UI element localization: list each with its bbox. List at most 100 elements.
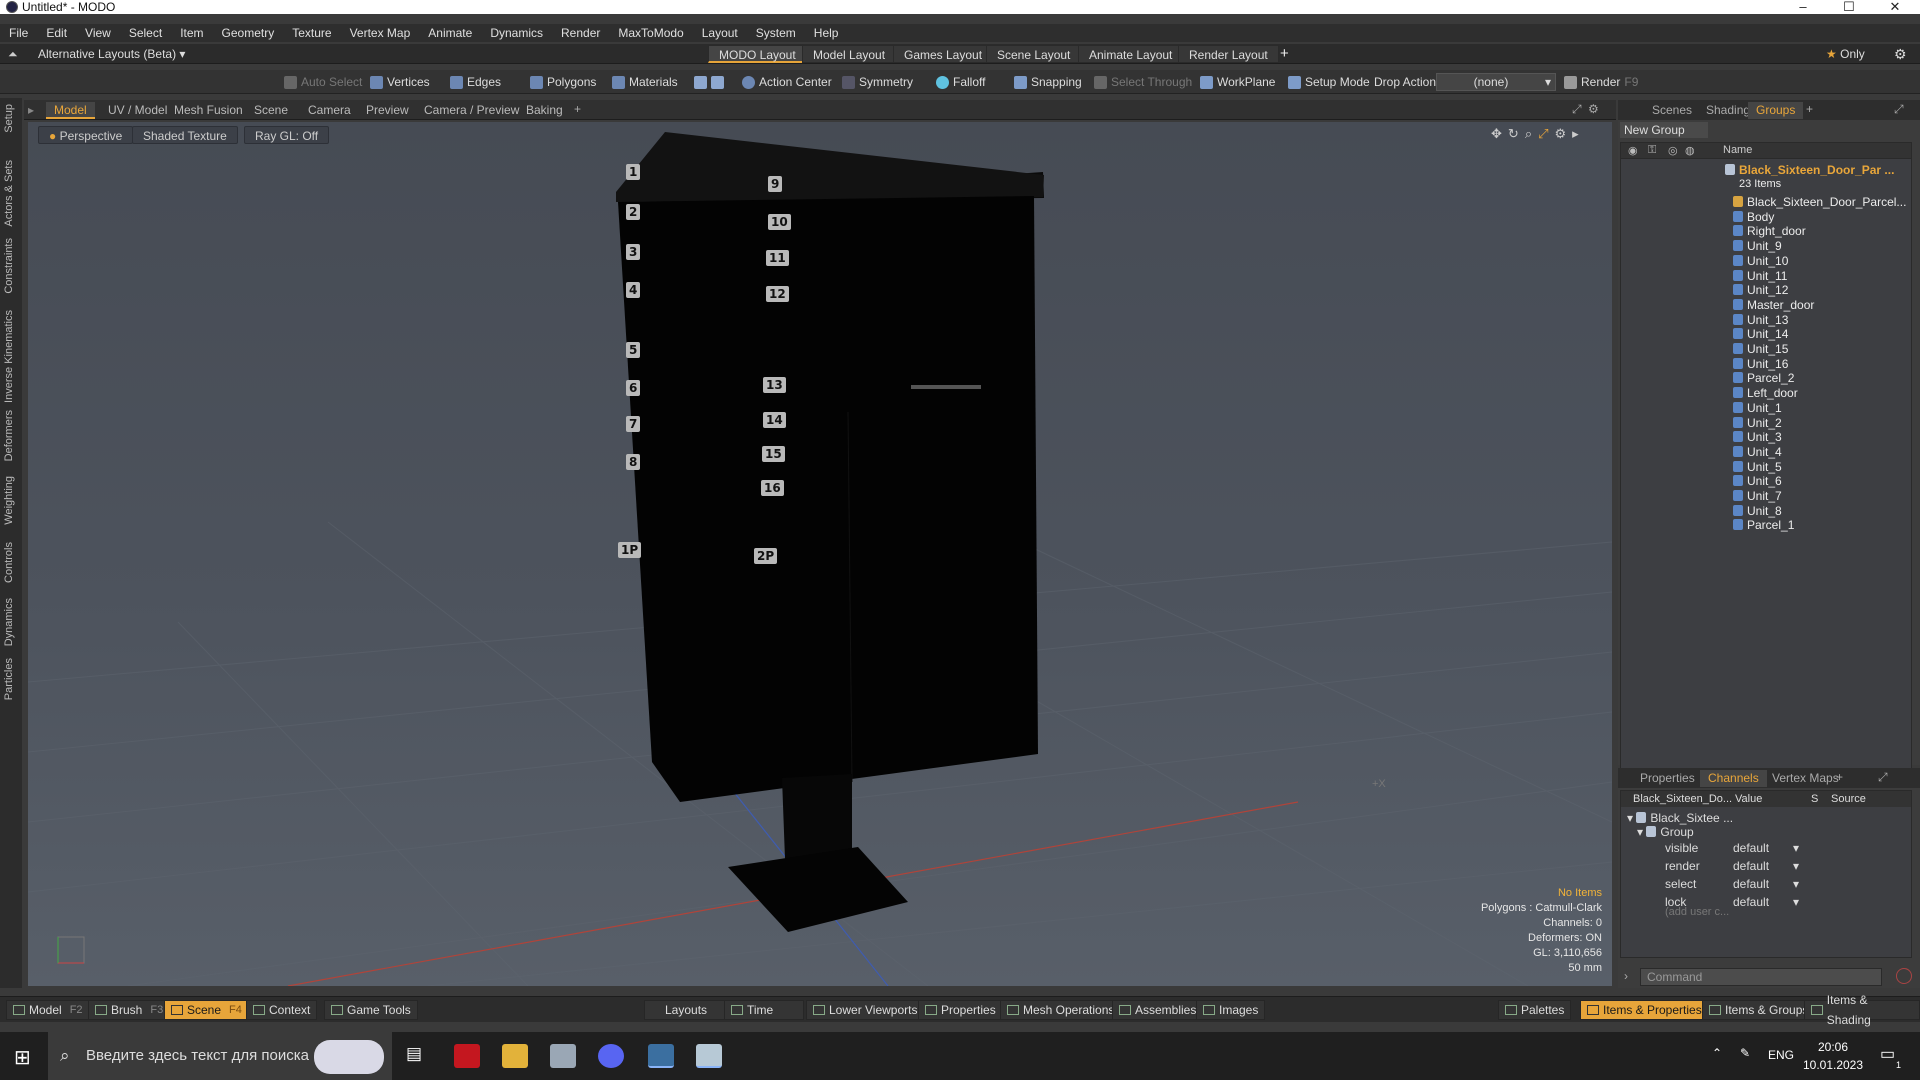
auto-select-button[interactable]: Auto Select [284, 73, 362, 91]
left-tab-weighting[interactable]: Weighting [3, 476, 19, 525]
time-button[interactable]: Time [724, 1000, 805, 1020]
panel-expand-icon[interactable]: ⤢ [1894, 102, 1904, 117]
materials-button[interactable]: Materials [612, 73, 678, 91]
tab-properties[interactable]: Properties [1632, 770, 1703, 787]
add-viewport-tab-button[interactable]: + [574, 102, 581, 116]
menu-maxtomodo[interactable]: MaxToModo [609, 26, 692, 40]
shading-dropdown[interactable]: Shaded Texture [132, 126, 238, 144]
more-arrow-icon[interactable]: ▸ [1572, 126, 1579, 142]
menu-edit[interactable]: Edit [37, 26, 76, 40]
render-vis-icon[interactable]: ◍ [1685, 144, 1695, 157]
assemblies-button[interactable]: Assemblies [1112, 1000, 1204, 1020]
palettes-button[interactable]: Palettes [1498, 1000, 1572, 1020]
viewport-gear-icon[interactable]: ⚙ [1588, 102, 1599, 116]
falloff-button[interactable]: Falloff [936, 73, 985, 91]
channel-value-dropdown[interactable]: default ▾ [1733, 894, 1801, 910]
menu-layout[interactable]: Layout [693, 26, 747, 40]
language-indicator[interactable]: ENG [1768, 1048, 1794, 1062]
prop-expand-icon[interactable]: ⤢ [1878, 770, 1888, 785]
add-user-channel[interactable]: (add user c... [1665, 903, 1729, 921]
left-tab-constraints[interactable]: Constraints [3, 238, 19, 294]
tab-animate-layout[interactable]: Animate Layout [1078, 45, 1184, 63]
alternative-layouts-dropdown[interactable]: Alternative Layouts (Beta) ▾ [38, 47, 185, 61]
model-button[interactable]: Model F2 [6, 1000, 90, 1020]
menu-system[interactable]: System [747, 26, 805, 40]
menu-arrow-icon[interactable]: ▸ [28, 103, 34, 117]
clock-date[interactable]: 10.01.2023 [1800, 1058, 1866, 1072]
channel-value-dropdown[interactable]: default ▾ [1733, 876, 1801, 892]
polygons-button[interactable]: Polygons [530, 73, 596, 91]
record-icon[interactable] [1896, 968, 1912, 984]
windows-start-icon[interactable]: ⊞ [14, 1045, 31, 1070]
menu-render[interactable]: Render [552, 26, 609, 40]
tab-games-layout[interactable]: Games Layout [893, 45, 994, 63]
edges-button[interactable]: Edges [450, 73, 501, 91]
properties-button[interactable]: Properties [918, 1000, 1003, 1020]
vp-tab-baking[interactable]: Baking [518, 102, 571, 119]
add-prop-tab-button[interactable]: + [1836, 770, 1843, 784]
vp-tab-model[interactable]: Model [46, 102, 95, 119]
new-group-button[interactable]: New Group [1620, 122, 1708, 138]
symmetry-button[interactable]: Symmetry [842, 73, 913, 91]
tab-model-layout[interactable]: Model Layout [802, 45, 897, 63]
left-tab-controls[interactable]: Controls [3, 542, 19, 583]
tab-modo-layout[interactable]: MODO Layout [708, 45, 807, 63]
context-button[interactable]: Context [246, 1000, 318, 1020]
layouts-button[interactable]: Layouts [644, 1000, 729, 1020]
tab-channels[interactable]: Channels [1700, 770, 1767, 787]
pen-icon[interactable]: ✎ [1740, 1046, 1750, 1060]
channel-value-dropdown[interactable]: default ▾ [1733, 840, 1801, 856]
gear-icon[interactable]: ⚙ [1894, 46, 1907, 63]
minimize-button[interactable]: – [1780, 0, 1826, 14]
vp-tab-camera[interactable]: Camera [300, 102, 359, 119]
vp-tab-uv-model[interactable]: UV / Model [100, 102, 175, 119]
zoom-icon[interactable]: ⌕ [1525, 126, 1532, 142]
scene-button[interactable]: Scene F4 [164, 1000, 249, 1020]
menu-dynamics[interactable]: Dynamics [481, 26, 552, 40]
drop-action-dropdown[interactable]: (none) ▾ [1436, 73, 1556, 91]
clock-time[interactable]: 20:06 [1808, 1040, 1858, 1054]
modo-taskbar-icon[interactable] [648, 1044, 674, 1068]
notifications-icon[interactable]: ▭ [1880, 1044, 1895, 1064]
close-button[interactable]: ✕ [1872, 0, 1918, 14]
mesh-operations-button[interactable]: Mesh Operations [1000, 1000, 1122, 1020]
eye-icon[interactable]: ◉ [1628, 144, 1638, 157]
rotate-view-icon[interactable]: ↻ [1508, 126, 1519, 142]
vp-tab-scene[interactable]: Scene [246, 102, 296, 119]
menu-vertex-map[interactable]: Vertex Map [341, 26, 420, 40]
brush-button[interactable]: Brush F3 [88, 1000, 171, 1020]
perspective-dropdown[interactable]: ● Perspective [38, 126, 134, 144]
maximize-viewport-icon[interactable]: ⤢ [1572, 102, 1582, 117]
only-toggle[interactable]: ★ Only [1826, 47, 1865, 61]
vertices-button[interactable]: Vertices [370, 73, 430, 91]
setup-mode-button[interactable]: Setup Mode [1288, 73, 1370, 91]
tray-chevron-icon[interactable]: ⌃ [1712, 1046, 1722, 1060]
snapping-button[interactable]: Snapping [1014, 73, 1082, 91]
workplane-button[interactable]: WorkPlane [1200, 73, 1275, 91]
tab-scene-layout[interactable]: Scene Layout [986, 45, 1082, 63]
menu-view[interactable]: View [76, 26, 120, 40]
add-tab-button[interactable]: + [1806, 102, 1813, 116]
left-tab-dynamics[interactable]: Dynamics [3, 598, 19, 646]
add-layout-button[interactable]: + [1280, 45, 1289, 62]
tab-vertex-maps[interactable]: Vertex Maps [1764, 770, 1847, 787]
lower-viewports-button[interactable]: Lower Viewports [806, 1000, 925, 1020]
vp-tab-preview[interactable]: Preview [358, 102, 417, 119]
tab-groups[interactable]: Groups [1748, 102, 1804, 119]
menu-help[interactable]: Help [805, 26, 848, 40]
raygl-toggle[interactable]: Ray GL: Off [244, 126, 330, 144]
taskbar-search[interactable]: ⌕ Введите здесь текст для поиска [48, 1032, 392, 1080]
select-through-button[interactable]: Select Through [1094, 73, 1192, 91]
menu-file[interactable]: File [0, 26, 37, 40]
select-icon[interactable]: ◎ [1668, 144, 1678, 157]
items-groups-button[interactable]: Items & Groups [1702, 1000, 1816, 1020]
tree-item[interactable]: Parcel_1 [1733, 516, 1794, 534]
opera-icon[interactable] [454, 1044, 480, 1068]
game-tools-button[interactable]: Game Tools [324, 1000, 418, 1020]
menu-animate[interactable]: Animate [419, 26, 481, 40]
action-center-button[interactable]: Action Center [742, 73, 832, 91]
command-input[interactable]: Command [1640, 968, 1882, 986]
element-move-button[interactable] [694, 73, 724, 91]
paint-icon[interactable] [696, 1044, 722, 1068]
3d-viewport[interactable]: +X ● Perspective Shaded Texture Ray GL: … [28, 122, 1612, 986]
